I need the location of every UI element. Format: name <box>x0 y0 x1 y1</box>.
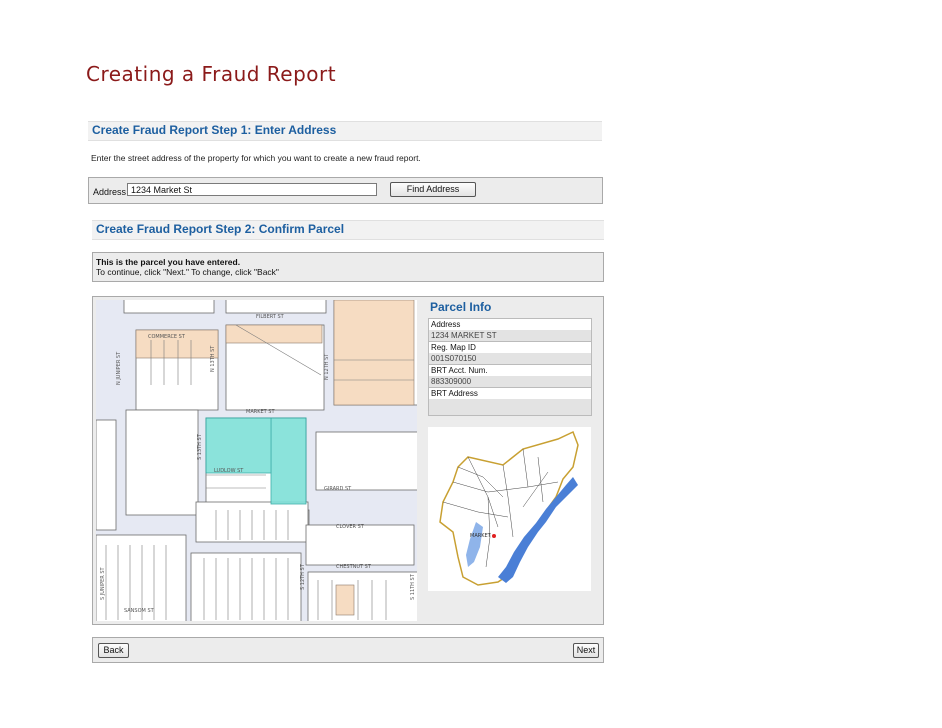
field-label-reg-map-id: Reg. Map ID <box>428 341 592 353</box>
street-label-filbert: FILBERT ST <box>256 314 285 320</box>
city-outline-graphic: MARKET <box>439 430 579 586</box>
field-label-address: Address <box>428 318 592 330</box>
confirm-message: To continue, click "Next." To change, cl… <box>96 267 279 277</box>
street-label-n13th: N 13TH ST <box>210 345 216 372</box>
parcel-info-title: Parcel Info <box>430 300 492 314</box>
field-value-address: 1234 MARKET ST <box>428 330 592 341</box>
field-label-brt-address: BRT Address <box>428 387 592 399</box>
confirm-panel: This is the parcel you have entered. To … <box>92 252 604 282</box>
next-button[interactable]: Next <box>573 643 599 658</box>
parcel-location-marker <box>492 534 496 538</box>
street-label-commerce: COMMERCE ST <box>148 334 186 340</box>
address-input[interactable]: 1234 Market St <box>127 183 377 196</box>
street-label-clover: CLOVER ST <box>336 524 365 530</box>
street-label-market: MARKET ST <box>246 409 275 415</box>
street-label-n-juniper: N JUNIPER ST <box>116 351 122 385</box>
address-label: Address <box>93 187 127 197</box>
city-inset-map: MARKET <box>428 427 591 591</box>
field-label-brt-acct: BRT Acct. Num. <box>428 364 592 376</box>
field-value-brt-address <box>428 399 592 416</box>
parcel-map[interactable]: FILBERT ST COMMERCE ST MARKET ST LUDLOW … <box>96 300 417 621</box>
street-label-sansom: SANSOM ST <box>124 608 155 614</box>
street-label-juniper: S JUNIPER ST <box>100 566 106 600</box>
address-panel: Address 1234 Market St Find Address <box>88 177 603 204</box>
find-address-button[interactable]: Find Address <box>390 182 476 197</box>
back-button[interactable]: Back <box>98 643 129 658</box>
field-value-brt-acct: 883309000 <box>428 376 592 387</box>
street-label-s11th: S 11TH ST <box>410 573 416 600</box>
street-label-ludlow: LUDLOW ST <box>214 468 244 474</box>
parcel-map-graphic: FILBERT ST COMMERCE ST MARKET ST LUDLOW … <box>96 300 417 621</box>
page-title: Creating a Fraud Report <box>86 62 337 86</box>
street-label-s12th: S 12TH ST <box>300 563 306 590</box>
step2-header-text: Create Fraud Report Step 2: Confirm Parc… <box>96 222 345 236</box>
field-value-reg-map-id: 001S070150 <box>428 353 592 364</box>
street-label-chestnut: CHESTNUT ST <box>336 564 372 570</box>
street-label-n12th: N 12TH ST <box>324 353 330 380</box>
street-label-s13th: S 13TH ST <box>197 433 203 460</box>
parcel-info-panel: Parcel Info Address 1234 MARKET ST Reg. … <box>428 300 592 416</box>
step1-header-text: Create Fraud Report Step 1: Enter Addres… <box>92 123 337 137</box>
confirm-message-bold: This is the parcel you have entered. <box>96 257 241 267</box>
step1-instructions: Enter the street address of the property… <box>91 153 421 163</box>
inset-market-label: MARKET <box>470 533 492 539</box>
street-label-girard: GIRARD ST <box>324 486 352 492</box>
step2-header: Create Fraud Report Step 2: Confirm Parc… <box>92 220 604 240</box>
step1-header: Create Fraud Report Step 1: Enter Addres… <box>88 121 602 141</box>
nav-panel: Back Next <box>92 637 604 663</box>
